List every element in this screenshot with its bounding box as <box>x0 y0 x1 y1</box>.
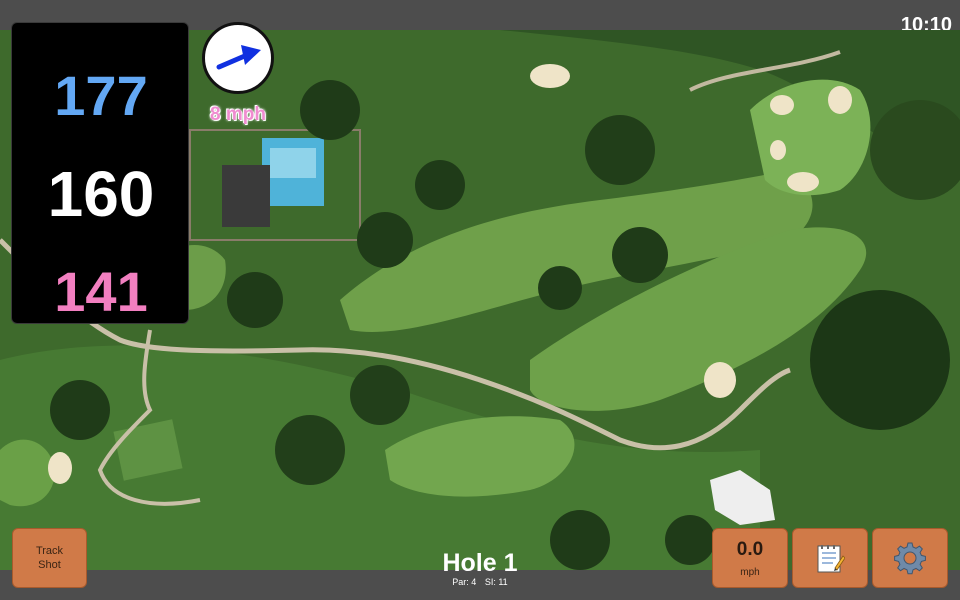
middle-distance: 160 <box>47 158 155 230</box>
hole-info: Par: 4 SI: 11 <box>400 577 560 587</box>
track-shot-button[interactable]: Track Shot <box>12 528 87 588</box>
back-distance: 177 <box>54 64 148 127</box>
wind-speed-value: 0.0 <box>736 539 764 560</box>
hole-title: Hole 1 <box>442 549 518 577</box>
wind-speed-label: 8 mph <box>210 104 266 125</box>
settings-button[interactable] <box>872 528 948 588</box>
front-distance: 141 <box>54 260 148 323</box>
notepad-icon <box>817 545 845 573</box>
distance-panel: 177 160 141 <box>11 22 189 324</box>
track-shot-label-line2: Shot <box>38 559 61 571</box>
notes-button[interactable] <box>792 528 868 588</box>
wind-speed-button[interactable]: 0.0 mph <box>712 528 788 588</box>
wind-direction-dial <box>202 22 274 94</box>
gear-icon <box>894 542 926 575</box>
hole-stroke-index: SI: 11 <box>484 577 508 587</box>
arrow-right-icon <box>216 45 261 70</box>
track-shot-label-line1: Track <box>35 545 64 557</box>
hole-par: Par: 4 <box>452 577 477 587</box>
wind-speed-unit: mph <box>740 567 760 578</box>
